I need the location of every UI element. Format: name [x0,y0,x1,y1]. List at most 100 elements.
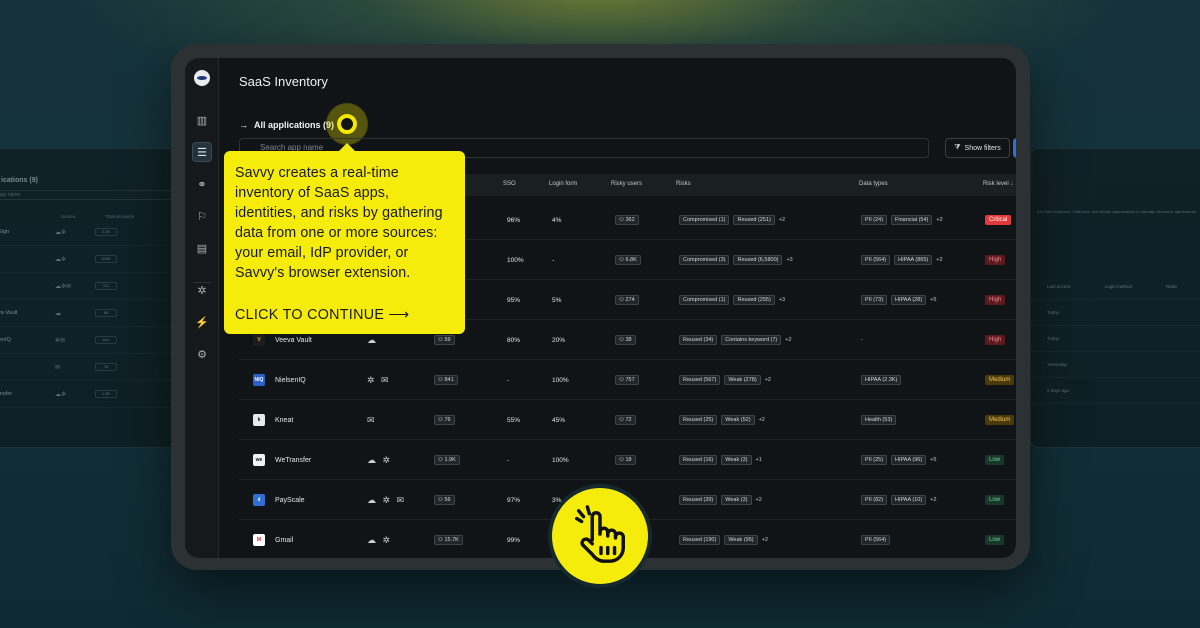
risky-users-chip: ⚇ 757 [615,375,639,385]
table-row[interactable]: we WeTransfer ☁ ✲ ⚇ 1.9K - 100% ⚇ 18 Reused (16… [239,440,1016,480]
bg-left-row: eva Vault ☁ 86 [0,300,189,327]
bg-right-row: 2 days ago [1031,378,1200,404]
col-login-form[interactable]: Login form [549,181,577,187]
data-type-chip: PII (73) [861,295,888,305]
integrations-plug-icon[interactable]: ⚡ [192,312,212,332]
data-type-chip: PII (25) [861,455,888,465]
risky-users-chip: ⚇ 18 [615,455,636,465]
click-to-continue-button[interactable]: CLICK TO CONTINUE ⟶ [235,307,409,323]
risks-cell: Reused (16) Weak (3) +1 [679,440,762,480]
data-types-cell: PII (24) Financial (54) +2 [861,200,943,240]
accounts-chip: ⚇ 76 [434,415,455,425]
bg-left-source-icons: ✲✉ [55,337,66,344]
show-filters-button[interactable]: ⧩ Show filters [945,138,1010,158]
bg-left-app-name: uSign [0,229,10,235]
risk-level-badge: Medium [985,415,1015,425]
risk-chip: Weak (278) [724,375,761,385]
risky-users: ⚇ 274 [615,280,643,320]
sso-value: 96% [507,216,521,224]
data-type-chip: HIPAA (2.3K) [861,375,902,385]
total-accounts: ⚇ 56 [434,480,459,520]
sidebar: ▥ ☰ ⚭ ⚐ ▤ ✲ ⚡ ⚙ [185,58,219,558]
risks-cell: Reused (25) Weak (52) +2 [679,400,765,440]
risks-cell: Reused (190) Weak (95) +2 [679,520,768,558]
bg-left-row: uSign ☁✲ 2.3K [0,219,189,246]
app-name[interactable]: NielsenIQ [275,377,306,384]
app-name[interactable]: Gmail [275,537,293,544]
risk-level-badge: Low [985,455,1005,465]
onboarding-tooltip[interactable]: Savvy creates a real-time inventory of S… [224,143,465,334]
risk-chip: Contains keyword (7) [721,335,782,345]
total-accounts: ⚇ 841 [434,360,462,400]
login-form-value: 100% [552,456,569,464]
bg-left-app-name: t [0,364,55,370]
table-row[interactable]: k Kneat ✉ ⚇ 76 55% 45% ⚇ 72 Reused (25) Weak (52… [239,400,1016,440]
risk-level-cell: High [985,240,1006,280]
bg-right-row: Yesterday [1031,352,1200,378]
bg-left-row: d☁✲ 106K [0,246,189,273]
bg-left-header-source: Source [61,214,76,219]
data-type-chip: PII (564) [861,535,891,545]
bg-left-count: 76 [95,363,117,371]
risk-level-cell: High [985,320,1006,360]
bg-left-app-name: d [0,256,55,262]
data-more-count: +2 [936,257,943,263]
app-logo-icon: we [253,454,265,466]
risk-chip: Weak (52) [721,415,755,425]
app-name[interactable]: PayScale [275,497,305,504]
report-icon[interactable]: ▤ [192,238,212,258]
risks-cell: Reused (567) Weak (278) +2 [679,360,771,400]
col-sso[interactable]: SSO [503,181,516,187]
risky-users: ⚇ 72 [615,400,640,440]
bg-left-row: b☁✲✉ 311 [0,273,189,300]
risk-chip: Compromised (1) [679,215,730,225]
bg-left-app-name: ransfer [0,391,13,397]
inventory-list-icon[interactable]: ☰ [192,142,212,162]
risk-chip: Reused (25) [679,415,718,425]
risks-more-count: +2 [755,497,762,503]
all-applications-link[interactable]: → All applications (9) [239,120,334,130]
risk-chip: Compromised (1) [679,295,730,305]
bg-left-count: 311 [95,282,117,290]
analytics-icon[interactable]: ▥ [192,110,212,130]
app-name[interactable]: WeTransfer [275,457,311,464]
bg-right-header-last-access: Last access [1047,284,1071,289]
risk-chip: Reused (190) [679,535,721,545]
data-type-chip: Financial (54) [891,215,933,225]
risk-chip: Reused (34) [679,335,718,345]
col-risky-users[interactable]: Risky users [611,181,642,187]
login-form-value: 5% [552,296,562,304]
primary-action-button[interactable] [1013,138,1016,158]
col-data-types[interactable]: Data types [859,181,888,187]
col-risks[interactable]: Risks [676,181,691,187]
app-name[interactable]: Veeva Vault [275,337,312,344]
bg-right-header-risks: Risks [1166,284,1178,289]
settings-gear-icon[interactable]: ⚙ [192,344,212,364]
risks-more-count: +3 [778,297,786,303]
highlight-ring[interactable] [337,114,357,134]
risk-chip: Reused (16) [679,455,718,465]
risk-chip: Reused (567) [679,375,721,385]
data-types-cell: HIPAA (2.3K) [861,360,905,400]
login-form-value: 20% [552,336,566,344]
app-name[interactable]: Kneat [275,417,293,424]
risks-more-count: +2 [761,537,768,543]
app-cell: we WeTransfer [253,440,311,480]
identity-graph-icon[interactable]: ⚭ [192,174,212,194]
sso-value: 100% [507,256,524,264]
col-risk-level[interactable]: Risk level ↓ [983,181,1013,187]
savvy-logo[interactable] [194,70,210,86]
bg-right-row: Today [1031,326,1200,352]
table-row[interactable]: NIQ NielsenIQ ✲ ✉ ⚇ 841 - 100% ⚇ 757 Reused (56… [239,360,1016,400]
tooltip-arrow [339,143,355,151]
background-panel-left: ications (9) app name Source Total accou… [0,148,190,448]
sso-value: - [507,456,510,464]
extension-puzzle-icon[interactable]: ✲ [192,280,212,300]
accounts-chip: ⚇ 841 [434,375,458,385]
tap-hand-button[interactable] [548,484,652,588]
document-flag-icon[interactable]: ⚐ [192,206,212,226]
total-accounts: ⚇ 76 [434,400,459,440]
risk-chip: Reused (39) [679,495,718,505]
risk-level-cell: Medium [985,360,1015,400]
sso-value: 95% [507,296,521,304]
